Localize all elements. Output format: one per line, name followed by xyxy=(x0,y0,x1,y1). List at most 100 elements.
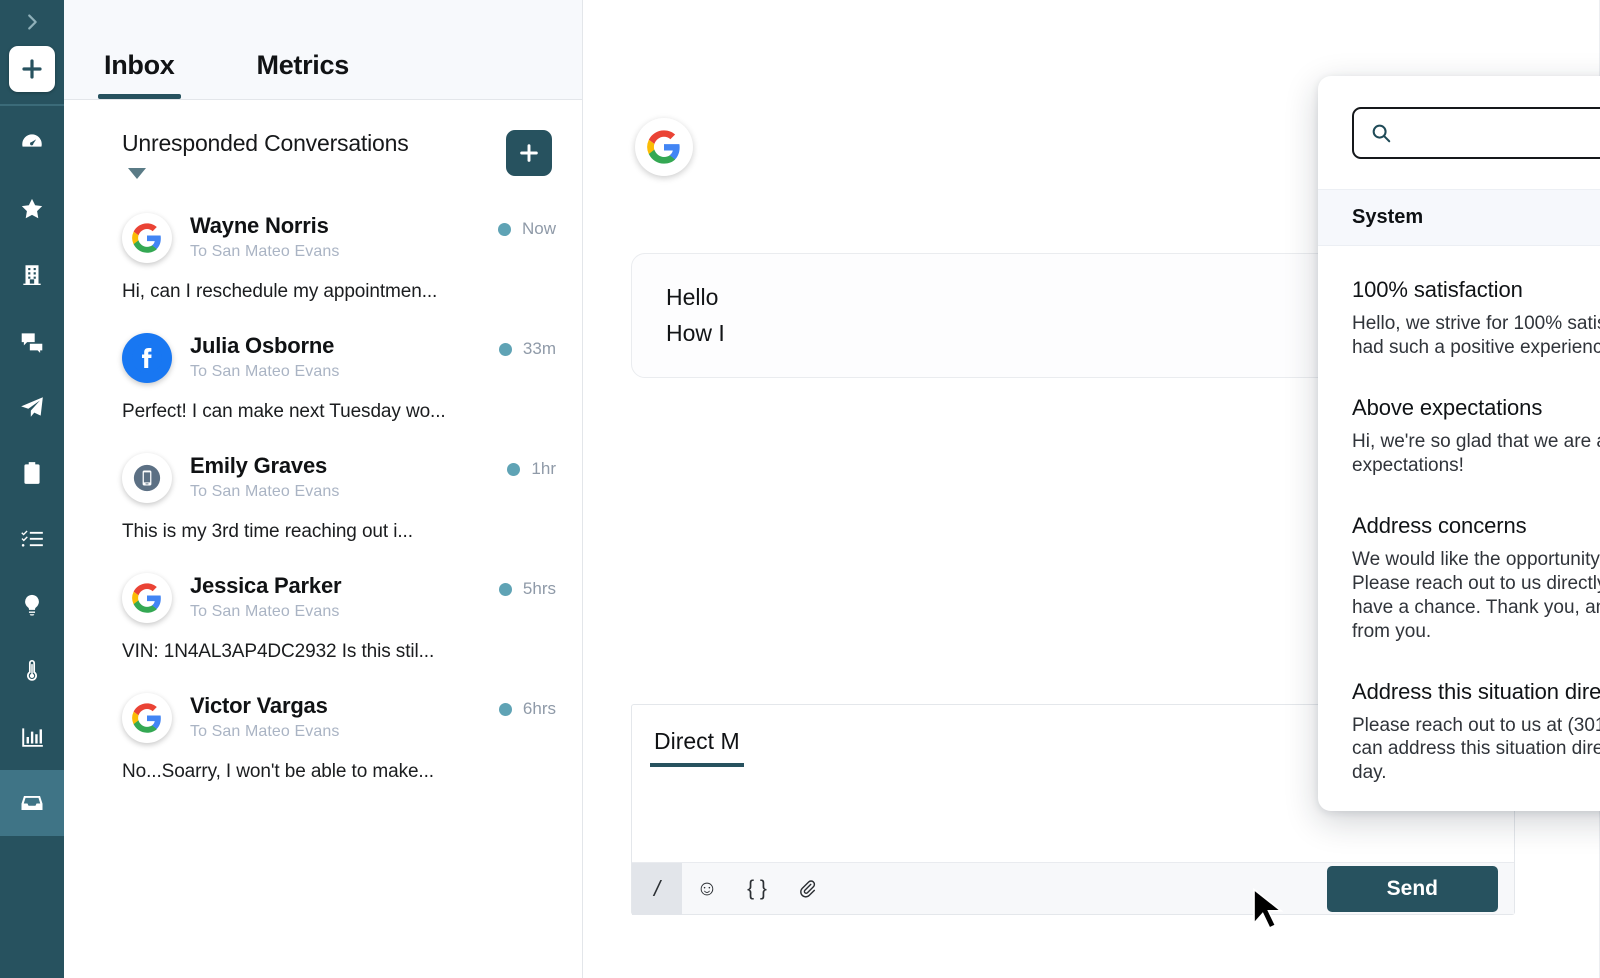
avatar xyxy=(122,213,172,263)
list-item-recipient: To San Mateo Evans xyxy=(190,483,507,501)
sidebar-item-messages[interactable] xyxy=(0,308,64,374)
star-icon xyxy=(19,196,45,222)
snippet-title: 100% satisfaction xyxy=(1352,277,1600,303)
list-item-identity: Julia Osborne To San Mateo Evans xyxy=(190,333,499,380)
sidebar-item-insights[interactable] xyxy=(0,572,64,638)
sidebar-item-locations[interactable] xyxy=(0,242,64,308)
list-item-preview: Perfect! I can make next Tuesday wo... xyxy=(122,401,556,423)
tab-metrics[interactable]: Metrics xyxy=(251,50,355,99)
list-item-time: 5hrs xyxy=(523,579,556,599)
list-item-header: Wayne Norris To San Mateo Evans Now xyxy=(122,213,556,263)
list-item-recipient: To San Mateo Evans xyxy=(190,363,499,381)
collapse-rail-button[interactable] xyxy=(0,0,64,44)
unread-dot-icon xyxy=(498,223,511,236)
list-item[interactable]: Emily Graves To San Mateo Evans 1hr This… xyxy=(64,441,582,561)
snippet-body: Please reach out to us at (301)790-0400 … xyxy=(1352,714,1600,786)
list-item-identity: Jessica Parker To San Mateo Evans xyxy=(190,573,499,620)
list-item[interactable]: Wayne Norris To San Mateo Evans Now Hi, … xyxy=(64,201,582,321)
plus-icon xyxy=(518,142,540,164)
tab-direct-message[interactable]: Direct M xyxy=(650,728,744,767)
list-item-meta: 1hr xyxy=(507,453,556,479)
list-item[interactable]: Victor Vargas To San Mateo Evans 6hrs No… xyxy=(64,681,582,801)
list-item-time: 1hr xyxy=(531,459,556,479)
list-item-time: 33m xyxy=(523,339,556,359)
sidebar-item-inbox[interactable] xyxy=(0,770,64,836)
sidebar-item-dashboard[interactable] xyxy=(0,110,64,176)
snippet-picker-popup: System 100% satisfaction Hello, we striv… xyxy=(1318,76,1600,811)
list-filter-group[interactable]: Unresponded Conversations xyxy=(122,130,409,179)
list-item[interactable]: Julia Osborne To San Mateo Evans 33m Per… xyxy=(64,321,582,441)
snippet-item[interactable]: Above expectations Hi, we're so glad tha… xyxy=(1318,378,1600,496)
rail-add-button[interactable] xyxy=(9,46,55,92)
tab-inbox[interactable]: Inbox xyxy=(98,50,181,99)
left-nav-rail xyxy=(0,0,64,978)
building-icon xyxy=(19,262,45,288)
thermometer-icon xyxy=(19,658,45,684)
list-item-identity: Wayne Norris To San Mateo Evans xyxy=(190,213,498,260)
list-item-meta: 33m xyxy=(499,333,556,359)
sidebar-item-reviews[interactable] xyxy=(0,176,64,242)
unread-dot-icon xyxy=(507,463,520,476)
facebook-icon xyxy=(132,343,162,373)
list-item-name: Julia Osborne xyxy=(190,333,499,358)
snippet-body: We would like the opportunity to address… xyxy=(1352,548,1600,644)
list-item-header: Emily Graves To San Mateo Evans 1hr xyxy=(122,453,556,503)
list-item-name: Jessica Parker xyxy=(190,573,499,598)
sidebar-item-sentiment[interactable] xyxy=(0,638,64,704)
sidebar-item-reports[interactable] xyxy=(0,704,64,770)
list-item-header: Jessica Parker To San Mateo Evans 5hrs xyxy=(122,573,556,623)
list-item-header: Victor Vargas To San Mateo Evans 6hrs xyxy=(122,693,556,743)
paperclip-icon xyxy=(797,879,817,899)
mobile-phone-icon xyxy=(132,463,162,493)
snippet-group-header: System xyxy=(1318,189,1600,246)
snippets-button[interactable]: / xyxy=(632,863,682,915)
app-root: Inbox Metrics Unresponded Conversations xyxy=(0,0,1600,978)
rail-divider xyxy=(0,104,64,106)
checklist-icon xyxy=(19,526,45,552)
list-filter-label: Unresponded Conversations xyxy=(122,130,409,156)
google-icon xyxy=(132,703,162,733)
unread-dot-icon xyxy=(499,343,512,356)
list-item-preview: Hi, can I reschedule my appointmen... xyxy=(122,281,556,303)
list-item-recipient: To San Mateo Evans xyxy=(190,723,499,741)
sidebar-item-campaigns[interactable] xyxy=(0,374,64,440)
snippet-body: Hi, we're so glad that we are able to go… xyxy=(1352,430,1600,478)
inbox-tray-icon xyxy=(19,790,45,816)
list-item[interactable]: Jessica Parker To San Mateo Evans 5hrs V… xyxy=(64,561,582,681)
search-input[interactable] xyxy=(1404,122,1600,144)
list-item-name: Victor Vargas xyxy=(190,693,499,718)
snippet-item[interactable]: Address this situation directly Please r… xyxy=(1318,662,1600,804)
google-icon xyxy=(132,583,162,613)
composer-toolbar: / ☺ { } Send xyxy=(632,862,1514,914)
send-button[interactable]: Send xyxy=(1327,866,1498,912)
list-item-preview: No...Soarry, I won't be able to make... xyxy=(122,761,556,783)
snippet-item[interactable]: 100% satisfaction Hello, we strive for 1… xyxy=(1318,260,1600,378)
list-item-name: Emily Graves xyxy=(190,453,507,478)
list-item-recipient: To San Mateo Evans xyxy=(190,243,498,261)
snippet-list: 100% satisfaction Hello, we strive for 1… xyxy=(1318,246,1600,811)
conversation-thread-panel: Hello How I 1min ago Direct M / ☺ { } xyxy=(583,0,1600,978)
panel-tabs: Inbox Metrics xyxy=(64,0,582,100)
smiley-icon[interactable]: ☺ xyxy=(682,863,732,915)
google-icon xyxy=(647,130,681,164)
chevron-right-icon xyxy=(21,11,43,33)
unread-dot-icon xyxy=(499,583,512,596)
list-header: Unresponded Conversations xyxy=(64,100,582,179)
gauge-icon xyxy=(19,130,45,156)
snippet-title: Address this situation directly xyxy=(1352,679,1600,705)
snippet-search-box[interactable] xyxy=(1352,107,1600,159)
plus-icon xyxy=(20,57,44,81)
snippet-item[interactable]: Address concerns We would like the oppor… xyxy=(1318,496,1600,662)
conversation-list-panel: Inbox Metrics Unresponded Conversations xyxy=(64,0,583,978)
rail-item-list xyxy=(0,110,64,836)
avatar xyxy=(122,693,172,743)
list-item-time: Now xyxy=(522,219,556,239)
avatar xyxy=(122,573,172,623)
sidebar-item-surveys[interactable] xyxy=(0,440,64,506)
sidebar-item-tasks[interactable] xyxy=(0,506,64,572)
braces-icon[interactable]: { } xyxy=(732,863,782,915)
new-conversation-button[interactable] xyxy=(506,130,552,176)
chat-bubbles-icon xyxy=(19,328,45,354)
caret-down-icon[interactable] xyxy=(128,168,146,179)
paperclip-icon[interactable] xyxy=(782,863,832,915)
